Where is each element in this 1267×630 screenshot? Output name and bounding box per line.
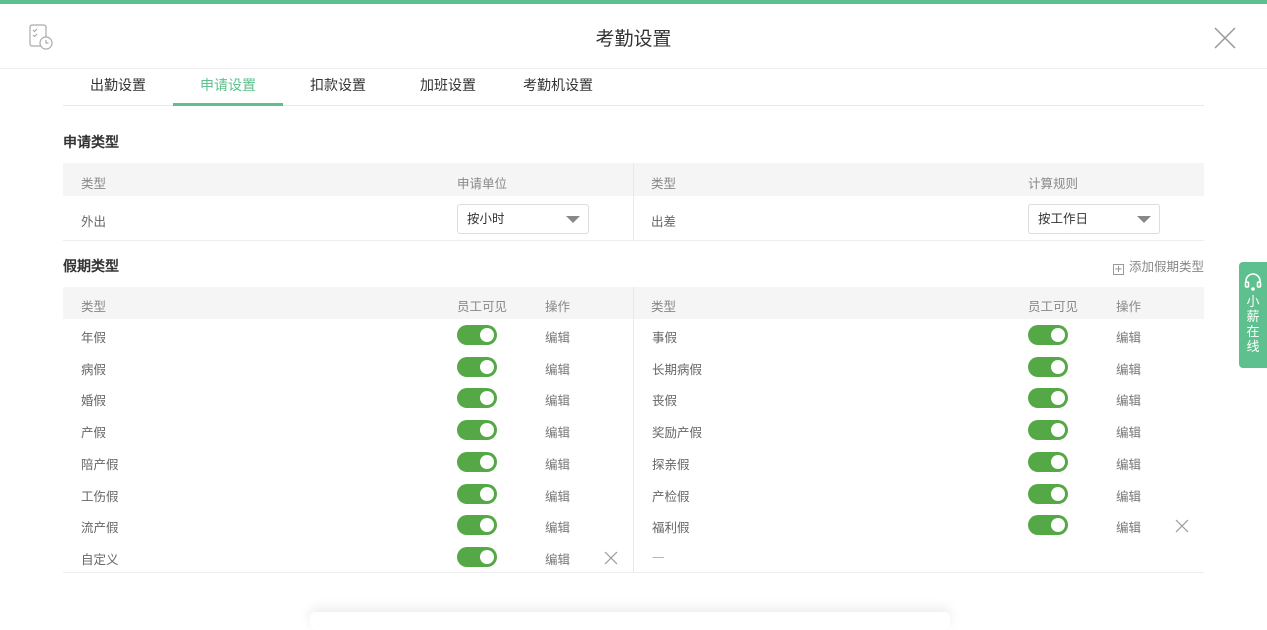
leave-name: 产假 [81,425,107,441]
headset-icon [1244,273,1262,291]
leave-name: 产检假 [652,488,690,504]
tab-2[interactable]: 扣款设置 [283,70,393,106]
tab-1[interactable]: 申请设置 [173,70,283,106]
edit-button[interactable]: 编辑 [545,549,570,568]
edit-button[interactable]: 编辑 [1116,486,1141,505]
calc-rule-value: 按工作日 [1038,211,1089,226]
apply-unit-select[interactable]: 按小时 [457,204,589,234]
leave-name: 自定义 [81,551,119,567]
edit-button[interactable]: 编辑 [545,327,570,346]
header-type-right: 类型 [651,299,677,314]
leave-name: 长期病假 [652,361,703,377]
leave-name: 事假 [652,330,678,345]
leave-name: 病假 [81,361,107,377]
header-rule: 计算规则 [1028,176,1079,191]
visible-toggle[interactable] [457,388,497,409]
header-type: 类型 [81,176,107,191]
edit-button[interactable]: 编辑 [545,390,570,409]
visible-toggle[interactable] [457,325,497,345]
leave-name: 福利假 [652,520,690,536]
edit-button[interactable]: 编辑 [1116,422,1141,441]
tab-0[interactable]: 出勤设置 [63,70,173,106]
visible-toggle[interactable] [1028,515,1068,536]
apply-type-title: 申请类型 [63,135,119,151]
dialog-title: 考勤设置 [595,28,672,50]
visible-toggle[interactable] [457,420,497,441]
header-type-right: 类型 [651,176,677,191]
column-divider [633,163,634,240]
table-bottom-border [63,572,1204,573]
column-divider [633,287,634,572]
add-leave-type-label: 添加假期类型 [1128,259,1204,274]
apply-type-out: 外出 [81,214,107,229]
support-label: 小薪在线 [1246,295,1260,355]
leave-name: 奖励产假 [652,425,703,441]
chevron-down-icon [1137,216,1151,223]
edit-button[interactable]: 编辑 [1116,327,1141,346]
apply-unit-value: 按小时 [467,211,505,226]
visible-toggle[interactable] [1028,451,1068,472]
visible-toggle[interactable] [457,451,497,472]
delete-icon[interactable] [604,550,618,565]
leave-name: 探亲假 [652,456,690,472]
leave-name: 陪产假 [81,456,119,472]
header-unit: 申请单位 [457,176,508,191]
bottom-shadow [310,612,950,630]
visible-toggle[interactable] [1028,483,1068,504]
visible-toggle[interactable] [1028,325,1068,345]
edit-button[interactable]: 编辑 [1116,390,1141,409]
settings-tabs: 出勤设置 申请设置 扣款设置 加班设置 考勤机设置 [63,70,1204,106]
leave-name: 婚假 [81,393,107,409]
visible-toggle[interactable] [457,483,497,504]
tab-4[interactable]: 考勤机设置 [503,70,613,106]
leave-type-title: 假期类型 [63,259,119,275]
edit-button[interactable]: 编辑 [1116,517,1141,536]
leave-name: 丧假 [652,393,678,409]
delete-icon[interactable] [1175,518,1189,533]
plus-icon: + [1112,264,1124,275]
header-visible: 员工可见 [457,299,508,314]
visible-toggle[interactable] [457,356,497,377]
chevron-down-icon [566,216,580,223]
header-visible-right: 员工可见 [1028,299,1079,314]
visible-toggle[interactable] [1028,356,1068,377]
header-action-right: 操作 [1116,299,1142,314]
header-action: 操作 [545,299,571,314]
leave-name: 流产假 [81,520,119,536]
edit-button[interactable]: 编辑 [1116,454,1141,473]
edit-button[interactable]: 编辑 [545,422,570,441]
online-support-widget[interactable]: 小薪在线 [1239,262,1267,368]
visible-toggle[interactable] [1028,420,1068,441]
tab-3[interactable]: 加班设置 [393,70,503,106]
edit-button[interactable]: 编辑 [1116,359,1141,378]
leave-name: 工伤假 [81,488,119,504]
visible-toggle[interactable] [457,515,497,536]
header-type: 类型 [81,299,107,314]
visible-toggle[interactable] [1028,388,1068,409]
empty-placeholder: — [652,548,665,564]
leave-name: 年假 [81,330,107,345]
add-leave-type-button[interactable]: + 添加假期类型 [1112,256,1204,275]
apply-type-trip: 出差 [651,214,677,229]
calc-rule-select[interactable]: 按工作日 [1028,204,1160,234]
close-icon[interactable] [1213,26,1237,50]
edit-button[interactable]: 编辑 [545,359,570,378]
edit-button[interactable]: 编辑 [545,486,570,505]
dialog-header: 考勤设置 [0,4,1267,69]
visible-toggle[interactable] [457,546,497,567]
edit-button[interactable]: 编辑 [545,517,570,536]
edit-button[interactable]: 编辑 [545,454,570,473]
